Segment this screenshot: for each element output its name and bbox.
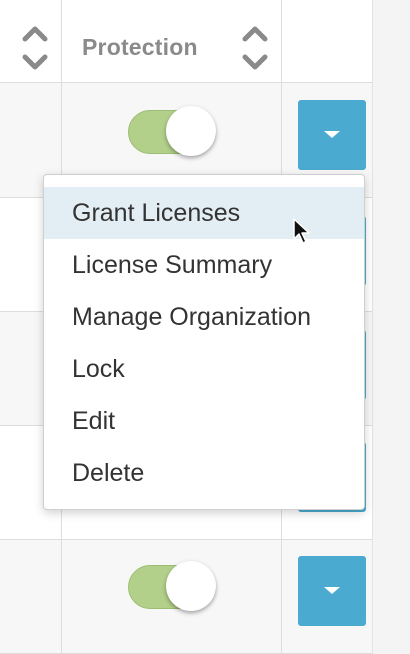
- toggle-knob: [166, 106, 216, 156]
- caret-down-icon: [324, 587, 340, 594]
- caret-down-icon: [324, 131, 340, 138]
- scroll-gutter: [372, 0, 410, 654]
- row-actions-button[interactable]: [298, 556, 366, 626]
- row-actions-button[interactable]: [298, 100, 366, 170]
- protection-toggle[interactable]: [128, 106, 218, 156]
- menu-item-edit[interactable]: Edit: [44, 395, 364, 447]
- menu-item-delete[interactable]: Delete: [44, 447, 364, 499]
- menu-item-manage-organization[interactable]: Manage Organization: [44, 291, 364, 343]
- protection-toggle[interactable]: [128, 561, 218, 611]
- protection-column-header[interactable]: Protection: [82, 34, 198, 61]
- menu-item-grant-licenses[interactable]: Grant Licenses: [44, 187, 364, 239]
- menu-item-lock[interactable]: Lock: [44, 343, 364, 395]
- table-header-row: Protection: [0, 0, 372, 83]
- protection-sort-icon[interactable]: [242, 25, 268, 71]
- row-actions-dropdown: Grant Licenses License Summary Manage Or…: [43, 174, 365, 510]
- menu-item-license-summary[interactable]: License Summary: [44, 239, 364, 291]
- mouse-pointer-icon: [292, 217, 314, 245]
- sort-icon[interactable]: [22, 25, 48, 71]
- toggle-knob: [166, 561, 216, 611]
